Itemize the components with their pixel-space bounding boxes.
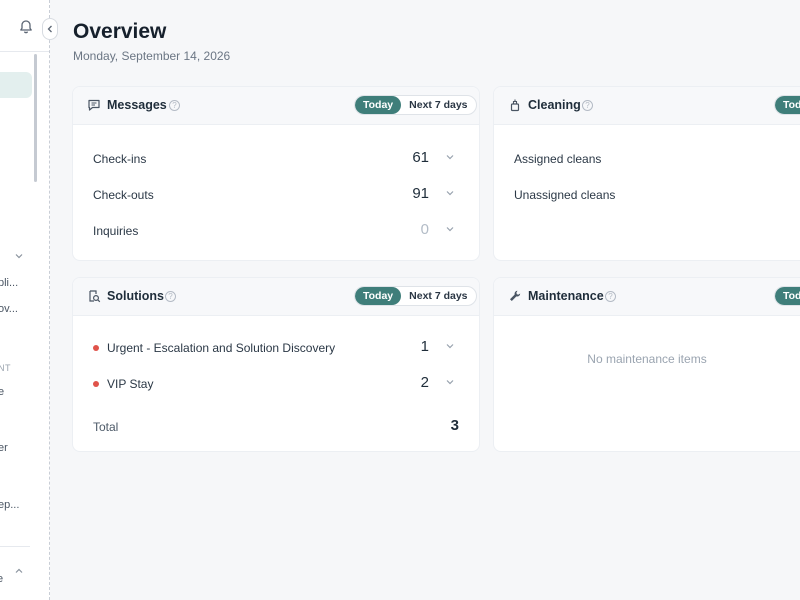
bell-icon[interactable] <box>18 19 34 35</box>
card-header: Cleaning ? Toda <box>494 87 800 125</box>
status-dot <box>93 381 99 387</box>
row-label: Inquiries <box>93 224 139 238</box>
row-value: 2 <box>420 374 429 391</box>
card-title: Maintenance <box>528 289 604 303</box>
time-range-toggle: Toda <box>774 286 800 306</box>
toggle-today-button[interactable]: Toda <box>775 287 800 305</box>
sidebar: pli... ov... NT e er ep... e <box>0 0 50 600</box>
help-icon[interactable]: ? <box>165 291 176 302</box>
empty-state-message: No maintenance items <box>587 352 707 366</box>
sidebar-footer: e <box>0 546 30 600</box>
chevron-down-icon[interactable] <box>445 224 455 234</box>
message-icon <box>88 99 100 111</box>
row-label: Assigned cleans <box>514 152 602 166</box>
chevron-down-icon[interactable] <box>445 152 455 162</box>
row-value: 91 <box>412 185 429 202</box>
sidebar-scrollbar[interactable] <box>34 54 37 182</box>
card-header: Solutions ? Today Next 7 days <box>73 278 479 316</box>
help-icon[interactable]: ? <box>605 291 616 302</box>
page-date: Monday, September 14, 2026 <box>73 49 231 63</box>
sidebar-item-label[interactable]: e <box>0 386 4 398</box>
list-item[interactable]: Unassigned cleans <box>514 185 792 205</box>
row-value: 1 <box>420 338 429 355</box>
sidebar-item-label[interactable]: ep... <box>0 499 19 511</box>
sidebar-item-label[interactable]: ov... <box>0 303 18 315</box>
help-icon[interactable]: ? <box>169 100 180 111</box>
collapse-sidebar-button[interactable] <box>42 18 58 40</box>
list-item[interactable]: Assigned cleans <box>514 149 792 169</box>
row-value: 61 <box>412 149 429 166</box>
chevron-down-icon[interactable] <box>445 341 455 351</box>
total-label: Total <box>93 420 119 434</box>
row-label: Check-ins <box>93 152 147 166</box>
time-range-toggle: Toda <box>774 95 800 115</box>
messages-card: Messages ? Today Next 7 days Check-ins 6… <box>72 86 480 261</box>
main-content: Overview Monday, September 14, 2026 Mess… <box>50 0 800 600</box>
toggle-next7-button[interactable]: Next 7 days <box>401 287 475 305</box>
toggle-today-button[interactable]: Today <box>355 96 402 114</box>
row-value: 0 <box>420 221 429 238</box>
card-title: Cleaning <box>528 98 581 112</box>
list-item[interactable]: Urgent - Escalation and Solution Discove… <box>93 338 459 358</box>
list-item[interactable]: Check-ins 61 <box>93 149 459 169</box>
solutions-card: Solutions ? Today Next 7 days Urgent - E… <box>72 277 480 452</box>
toggle-today-button[interactable]: Toda <box>775 96 800 114</box>
row-label: Unassigned cleans <box>514 188 616 202</box>
solutions-search-icon <box>89 290 101 303</box>
chevron-down-icon[interactable] <box>445 377 455 387</box>
cleaning-card: Cleaning ? Toda Assigned cleans Unassign… <box>493 86 800 261</box>
card-title: Messages <box>107 98 167 112</box>
collapse-chevron-icon <box>47 25 52 33</box>
list-item[interactable]: VIP Stay 2 <box>93 374 459 394</box>
help-icon[interactable]: ? <box>582 100 593 111</box>
sidebar-item-label[interactable]: er <box>0 442 8 454</box>
sidebar-section-label: NT <box>0 363 11 373</box>
row-label: VIP Stay <box>107 377 154 391</box>
toggle-next7-button[interactable]: Next 7 days <box>401 96 475 114</box>
card-title: Solutions <box>107 289 164 303</box>
row-label: Check-outs <box>93 188 154 202</box>
time-range-toggle: Today Next 7 days <box>354 286 477 306</box>
card-header: Maintenance ? Toda <box>494 278 800 316</box>
time-range-toggle: Today Next 7 days <box>354 95 477 115</box>
list-item[interactable]: Check-outs 91 <box>93 185 459 205</box>
row-label: Urgent - Escalation and Solution Discove… <box>107 341 336 355</box>
maintenance-card: Maintenance ? Toda No maintenance items <box>493 277 800 452</box>
cleaning-spray-icon <box>510 99 520 112</box>
chevron-down-icon[interactable] <box>445 188 455 198</box>
chevron-down-icon[interactable] <box>14 252 24 260</box>
wrench-icon <box>510 290 521 301</box>
sidebar-item-label[interactable]: pli... <box>0 277 18 289</box>
chevron-up-icon[interactable] <box>14 567 24 575</box>
list-item[interactable]: Inquiries 0 <box>93 221 459 241</box>
page-title: Overview <box>73 20 167 43</box>
total-value: 3 <box>450 417 459 434</box>
status-dot <box>93 345 99 351</box>
sidebar-item-active[interactable] <box>0 72 32 98</box>
toggle-today-button[interactable]: Today <box>355 287 402 305</box>
card-header: Messages ? Today Next 7 days <box>73 87 479 125</box>
sidebar-footer-label[interactable]: e <box>0 573 3 585</box>
